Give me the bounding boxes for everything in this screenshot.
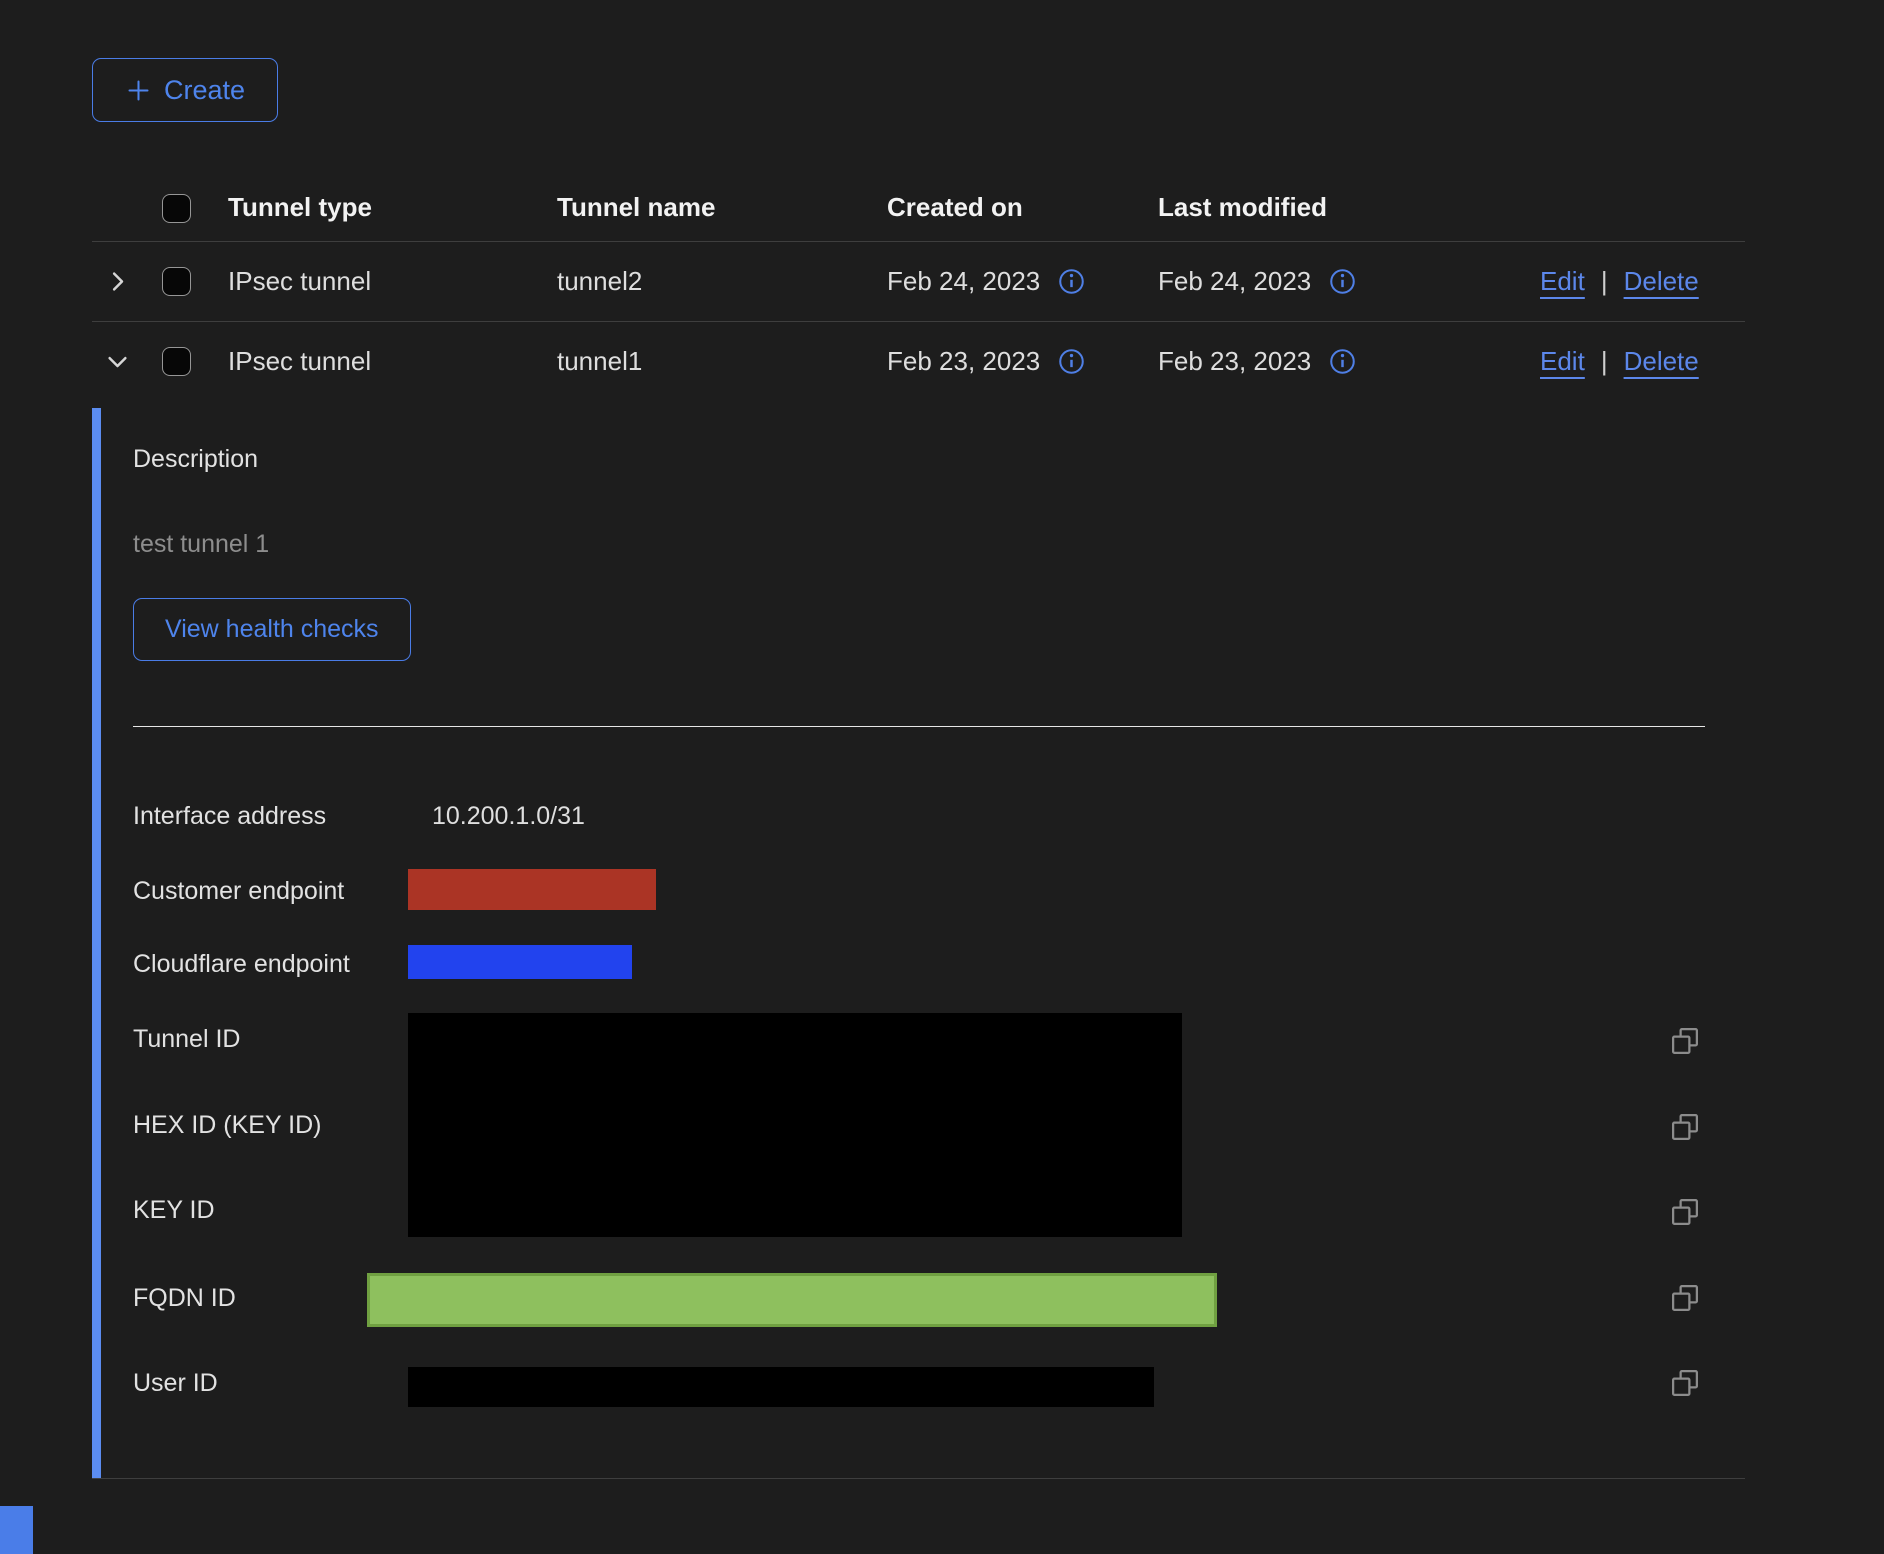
column-header-tunnel-name: Tunnel name	[557, 192, 887, 223]
actions-separator: |	[1601, 346, 1608, 377]
description-label: Description	[133, 444, 258, 474]
created-on-value: Feb 24, 2023	[887, 266, 1040, 297]
tunnel-type-cell: IPsec tunnel	[228, 346, 557, 377]
column-header-created-on: Created on	[887, 192, 1158, 223]
info-icon[interactable]	[1058, 348, 1085, 375]
user-id-label: User ID	[133, 1368, 218, 1398]
create-button-label: Create	[164, 75, 245, 106]
row-checkbox[interactable]	[162, 347, 191, 376]
section-divider	[133, 726, 1705, 727]
row-checkbox[interactable]	[162, 267, 191, 296]
copy-icon[interactable]	[1670, 1368, 1700, 1398]
tunnels-table: Tunnel type Tunnel name Created on Last …	[92, 150, 1745, 1479]
last-modified-value: Feb 24, 2023	[1158, 266, 1311, 297]
select-all-checkbox[interactable]	[162, 194, 191, 223]
column-header-tunnel-type: Tunnel type	[228, 192, 557, 223]
column-header-last-modified: Last modified	[1158, 192, 1540, 223]
chevron-down-icon[interactable]	[104, 348, 131, 375]
delete-link[interactable]: Delete	[1624, 346, 1699, 377]
expanded-row-accent-bar	[92, 408, 101, 1478]
edit-link[interactable]: Edit	[1540, 346, 1585, 377]
interface-address-label: Interface address	[133, 801, 326, 831]
copy-icon[interactable]	[1670, 1112, 1700, 1142]
tunnel-hex-key-id-redacted-values	[408, 1013, 1182, 1237]
user-id-redacted-value	[408, 1367, 1154, 1407]
interface-address-value: 10.200.1.0/31	[432, 801, 585, 831]
create-button[interactable]: Create	[92, 58, 278, 122]
delete-link[interactable]: Delete	[1624, 266, 1699, 297]
customer-endpoint-label: Customer endpoint	[133, 876, 344, 906]
key-id-label: KEY ID	[133, 1195, 215, 1225]
fqdn-id-label: FQDN ID	[133, 1283, 236, 1313]
tunnel-name-cell: tunnel2	[557, 266, 887, 297]
cloudflare-endpoint-label: Cloudflare endpoint	[133, 949, 350, 979]
tunnel-details-panel: Description test tunnel 1 View health ch…	[92, 401, 1745, 1479]
customer-endpoint-redacted-value	[408, 869, 656, 910]
plus-icon	[125, 77, 152, 104]
table-header: Tunnel type Tunnel name Created on Last …	[92, 150, 1745, 242]
hex-id-label: HEX ID (KEY ID)	[133, 1110, 321, 1140]
tunnel-type-cell: IPsec tunnel	[228, 266, 557, 297]
info-icon[interactable]	[1329, 348, 1356, 375]
view-health-checks-button[interactable]: View health checks	[133, 598, 411, 661]
description-value: test tunnel 1	[133, 529, 269, 559]
chevron-right-icon[interactable]	[104, 268, 131, 295]
bottom-left-accent	[0, 1506, 33, 1554]
copy-icon[interactable]	[1670, 1197, 1700, 1227]
table-row-tunnel1: IPsec tunnel tunnel1 Feb 23, 2023 Feb 23…	[92, 322, 1745, 401]
fqdn-id-redacted-value	[367, 1273, 1217, 1327]
created-on-value: Feb 23, 2023	[887, 346, 1040, 377]
table-row-tunnel2: IPsec tunnel tunnel2 Feb 24, 2023 Feb 24…	[92, 242, 1745, 322]
tunnel-name-cell: tunnel1	[557, 346, 887, 377]
tunnel-id-label: Tunnel ID	[133, 1024, 240, 1054]
info-icon[interactable]	[1058, 268, 1085, 295]
edit-link[interactable]: Edit	[1540, 266, 1585, 297]
last-modified-value: Feb 23, 2023	[1158, 346, 1311, 377]
cloudflare-endpoint-redacted-value	[408, 945, 632, 979]
actions-separator: |	[1601, 266, 1608, 297]
copy-icon[interactable]	[1670, 1026, 1700, 1056]
copy-icon[interactable]	[1670, 1283, 1700, 1313]
info-icon[interactable]	[1329, 268, 1356, 295]
